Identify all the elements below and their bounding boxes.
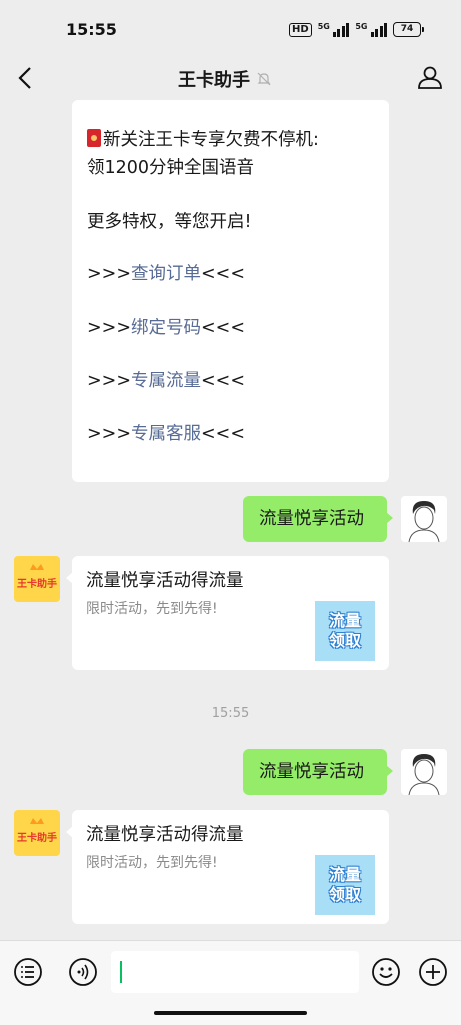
message-input[interactable]	[111, 951, 359, 993]
arrow-prefix: >>>	[87, 264, 131, 284]
thumb-text-line2: 领取	[328, 631, 361, 650]
battery-icon: 74	[393, 22, 424, 37]
bot-avatar[interactable]: 王卡助手	[14, 810, 60, 856]
status-time: 15:55	[66, 20, 117, 39]
bot-avatar-label: 王卡助手	[17, 831, 57, 844]
privilege-text: 更多特权，等您开启!	[87, 212, 252, 232]
bot-avatar-label: 王卡助手	[17, 577, 57, 590]
thumb-text-line1: 流量	[328, 865, 361, 884]
voice-minutes-link[interactable]: 领1200分钟全国语音	[87, 156, 254, 180]
plus-icon[interactable]	[418, 957, 448, 987]
arrow-suffix: <<<	[201, 424, 245, 444]
chat-title-group: 王卡助手	[178, 66, 272, 92]
activity-card[interactable]: 流量悦享活动得流量 限时活动，先到先得! 流量 领取	[66, 556, 389, 670]
voice-icon[interactable]	[68, 957, 98, 987]
menu-link-label[interactable]: 绑定号码	[131, 318, 201, 338]
arrow-suffix: <<<	[201, 318, 245, 338]
card-description: 限时活动，先到先得!	[86, 601, 218, 617]
network-type-label: 5G	[317, 21, 330, 31]
bot-message-menu: 新关注王卡专享欠费不停机: 领1200分钟全国语音 更多特权，等您开启! >>>…	[72, 100, 389, 482]
chevron-left-icon[interactable]	[14, 64, 38, 92]
user-message-bubble[interactable]: 流量悦享活动	[243, 749, 393, 795]
card-thumbnail: 流量 领取	[315, 601, 375, 661]
bot-avatar[interactable]: 王卡助手	[14, 556, 60, 602]
menu-link-query-order[interactable]: >>>查询订单<<<	[87, 262, 245, 286]
menu-link-label[interactable]: 专属客服	[131, 424, 201, 444]
arrow-suffix: <<<	[201, 371, 245, 391]
status-icons: HD 5G 5G 74	[289, 21, 424, 37]
arrow-suffix: <<<	[201, 264, 245, 284]
menu-link-label[interactable]: 查询订单	[131, 264, 201, 284]
promo-text: 新关注王卡专享欠费不停机:	[103, 130, 319, 150]
chat-header: 王卡助手	[0, 56, 461, 100]
arrow-prefix: >>>	[87, 424, 131, 444]
menu-link-bind-number[interactable]: >>>绑定号码<<<	[87, 316, 245, 340]
arrow-prefix: >>>	[87, 371, 131, 391]
user-message-bubble[interactable]: 流量悦享活动	[243, 496, 393, 542]
user-avatar[interactable]	[401, 496, 447, 542]
card-thumbnail: 流量 领取	[315, 855, 375, 915]
signal-icon-1: 5G	[317, 21, 350, 37]
menu-link-label[interactable]: 专属流量	[131, 371, 201, 391]
red-envelope-icon	[87, 129, 101, 147]
menu-link-exclusive-service[interactable]: >>>专属客服<<<	[87, 422, 245, 446]
thumb-text-line1: 流量	[328, 611, 361, 630]
network-type-label: 5G	[355, 21, 368, 31]
message-line: 新关注王卡专享欠费不停机:	[87, 128, 319, 152]
menu-link-exclusive-data[interactable]: >>>专属流量<<<	[87, 369, 245, 393]
card-title: 流量悦享活动得流量	[86, 825, 244, 845]
bell-muted-icon	[257, 72, 271, 86]
chat-input-bar	[0, 940, 461, 1025]
status-bar: 15:55 HD 5G 5G 74	[0, 0, 461, 60]
thumb-text-line2: 领取	[328, 885, 361, 904]
signal-icon-2: 5G	[355, 21, 387, 37]
emoji-icon[interactable]	[371, 957, 401, 987]
activity-card[interactable]: 流量悦享活动得流量 限时活动，先到先得! 流量 领取	[66, 810, 389, 924]
chat-title: 王卡助手	[178, 70, 250, 91]
menu-list-icon[interactable]	[13, 957, 43, 987]
user-avatar[interactable]	[401, 749, 447, 795]
hd-voice-icon: HD	[289, 22, 312, 37]
message-timestamp: 15:55	[211, 706, 250, 721]
person-icon[interactable]	[417, 64, 443, 90]
card-title: 流量悦享活动得流量	[86, 571, 244, 591]
text-caret	[120, 961, 122, 983]
card-description: 限时活动，先到先得!	[86, 855, 218, 871]
arrow-prefix: >>>	[87, 318, 131, 338]
home-indicator[interactable]	[154, 1011, 307, 1015]
